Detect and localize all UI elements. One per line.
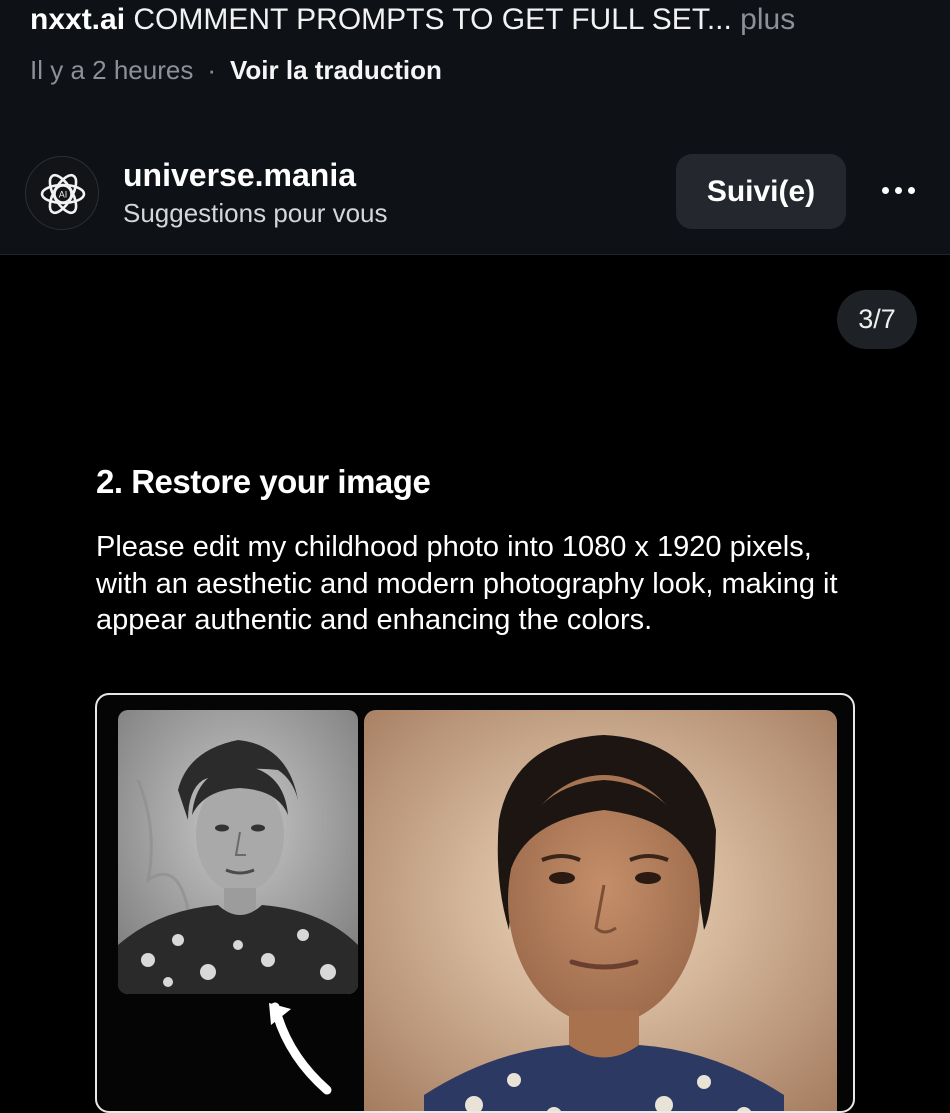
slide-body: Please edit my childhood photo into 1080… xyxy=(96,531,838,636)
following-button[interactable]: Suivi(e) xyxy=(676,154,846,229)
ai-knot-logo-icon: AI xyxy=(40,173,86,215)
divider xyxy=(0,254,950,255)
more-dots-icon xyxy=(881,186,889,194)
translate-link[interactable]: Voir la traduction xyxy=(230,55,442,85)
caption-username[interactable]: nxxt.ai xyxy=(30,3,125,36)
avatar[interactable]: AI xyxy=(25,156,99,230)
post-timestamp: Il y a 2 heures xyxy=(30,55,194,85)
post-meta: Il y a 2 heures · Voir la traduction xyxy=(30,54,442,86)
caption-text: COMMENT PROMPTS TO GET FULL SET... xyxy=(133,3,732,36)
after-photo xyxy=(364,710,837,1111)
more-options-button[interactable] xyxy=(868,168,928,212)
before-photo xyxy=(118,710,358,994)
account-subtitle: Suggestions pour vous xyxy=(123,198,388,228)
before-after-frame xyxy=(95,693,855,1113)
account-name[interactable]: universe.mania xyxy=(123,156,356,194)
post-header: nxxt.ai COMMENT PROMPTS TO GET FULL SET.… xyxy=(0,0,950,254)
avatar-logo-text: AI xyxy=(59,190,68,200)
caption-more-link[interactable]: plus xyxy=(740,3,795,36)
post-caption[interactable]: nxxt.ai COMMENT PROMPTS TO GET FULL SET.… xyxy=(30,2,795,38)
meta-separator: · xyxy=(207,55,216,85)
slide-title: 2. Restore your image xyxy=(96,463,431,500)
arrow-icon xyxy=(269,1002,332,1095)
carousel-counter: 3/7 xyxy=(837,290,917,349)
